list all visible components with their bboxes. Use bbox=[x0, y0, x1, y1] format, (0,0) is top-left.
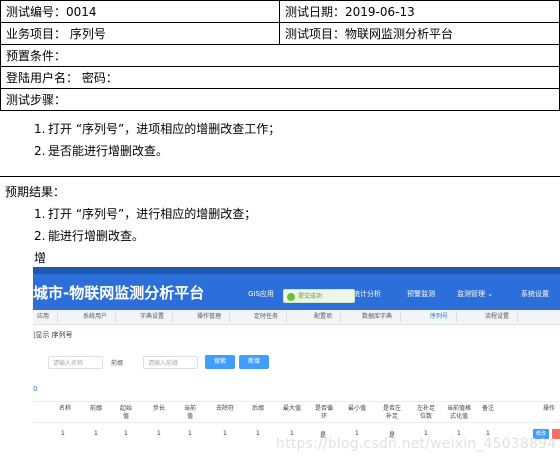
row-divider bbox=[33, 422, 560, 423]
toast-text: 提交成功 bbox=[298, 293, 323, 300]
check-icon bbox=[287, 293, 295, 301]
tab-config[interactable]: 配置项 bbox=[310, 312, 342, 322]
embedded-app-screenshot: 城市-物联网监测分析平台 GIS应用 统计分析 预警监测 监测管理 ⌄ 系统设置… bbox=[33, 267, 560, 466]
expected-item: 1. 打开 “序列号”，进行相应的增删改查； bbox=[0, 203, 560, 225]
column-header: 步长 bbox=[152, 405, 165, 412]
tab-app[interactable]: 应用 bbox=[33, 312, 59, 322]
table-cell: 1 bbox=[256, 430, 260, 437]
table-cell: 1 bbox=[124, 430, 128, 437]
table-divider bbox=[33, 401, 560, 402]
search-button[interactable]: 搜索 bbox=[205, 355, 235, 369]
test-item: 测试项目：物联网监测分析平台 bbox=[279, 22, 560, 45]
breadcrumb: |显示 序列号 bbox=[33, 331, 73, 339]
step-number: 1. bbox=[34, 122, 46, 136]
column-header: 备注 bbox=[481, 405, 494, 412]
name-search-input[interactable]: 请输入名称 bbox=[48, 356, 103, 369]
step-number: 2. bbox=[34, 144, 46, 158]
menu-gis[interactable]: GIS应用 bbox=[248, 289, 274, 299]
column-header: 当前值格式化值 bbox=[447, 405, 472, 420]
menu-alert[interactable]: 预警监测 bbox=[407, 289, 435, 299]
column-header: 左补足位数 bbox=[416, 405, 435, 420]
step-item: 1. 打开 “序列号”，进项相应的增删改查工作； bbox=[0, 118, 560, 140]
table-cell: 1 bbox=[94, 430, 98, 437]
menu-settings[interactable]: 系统设置 bbox=[521, 289, 549, 299]
column-header: 操作 bbox=[542, 405, 555, 412]
column-header: 是否循环 bbox=[315, 405, 334, 420]
column-header: 去除符 bbox=[215, 405, 234, 412]
table-cell: 1 bbox=[61, 430, 65, 437]
business-item: 业务项目： 序列号 bbox=[0, 22, 280, 45]
expected-results: 预期结果： 1. 打开 “序列号”，进行相应的增删改查； 2. 能进行增删改查。 增 bbox=[0, 181, 560, 269]
column-header: 前缀 bbox=[89, 405, 102, 412]
column-header: 最小值 bbox=[347, 405, 366, 412]
column-header: 名称 bbox=[58, 405, 71, 412]
step-text: 打开 “序列号”，进项相应的增删改查工作； bbox=[48, 122, 281, 136]
expected-number: 2. bbox=[34, 229, 46, 243]
expected-results-title: 预期结果： bbox=[5, 185, 66, 199]
watermark: https://blog.csdn.net/weixin_45038894 bbox=[276, 436, 557, 452]
tab-dictionary[interactable]: 字典设置 bbox=[136, 312, 174, 322]
tab-scheduled[interactable]: 定时任务 bbox=[250, 312, 288, 322]
sub-tab[interactable]: 0 bbox=[33, 385, 37, 393]
step-item: 2. 是否能进行增删改查。 bbox=[0, 140, 560, 162]
app-brand-title: 城市-物联网监测分析平台 bbox=[33, 284, 205, 302]
column-header: 当前值 bbox=[183, 405, 196, 420]
expected-text: 打开 “序列号”，进行相应的增删改查； bbox=[48, 207, 257, 221]
expected-text: 能进行增删改查。 bbox=[48, 229, 145, 243]
column-header: 是否左补足 bbox=[382, 405, 401, 420]
login-credentials: 登陆用户名： 密码： bbox=[0, 66, 560, 89]
menu-stats[interactable]: 统计分析 bbox=[353, 289, 381, 299]
column-header: 后缀 bbox=[251, 405, 264, 412]
success-toast: 提交成功 bbox=[283, 289, 355, 303]
tab-db-dictionary[interactable]: 数据库字典 bbox=[358, 312, 402, 322]
precondition-label: 预置条件： bbox=[0, 44, 560, 67]
test-number: 测试编号：0014 bbox=[0, 0, 280, 23]
add-section-label: 增 bbox=[34, 251, 47, 265]
table-cell: 1 bbox=[223, 430, 227, 437]
tab-workflow[interactable]: 流程设置 bbox=[481, 312, 519, 322]
app-banner: 城市-物联网监测分析平台 GIS应用 统计分析 预警监测 监测管理 ⌄ 系统设置… bbox=[33, 267, 560, 310]
tab-bar: 应用 系统用户 字典设置 操作管理 定时任务 配置项 数据库字典 序列号 流程设… bbox=[33, 310, 560, 325]
browser-strip bbox=[33, 267, 560, 274]
table-cell: 1 bbox=[157, 430, 161, 437]
prefix-label: 前缀 bbox=[111, 360, 124, 367]
tab-users[interactable]: 系统用户 bbox=[79, 312, 117, 322]
test-date: 测试日期：2019-06-13 bbox=[279, 0, 560, 23]
column-header: 最大值 bbox=[282, 405, 301, 412]
test-case-document: 测试编号：0014 测试日期：2019-06-13 业务项目： 序列号 测试项目… bbox=[0, 0, 560, 111]
add-button[interactable]: 新增 bbox=[239, 355, 269, 369]
tab-operations[interactable]: 操作管理 bbox=[193, 312, 231, 322]
test-case-table: 测试编号：0014 测试日期：2019-06-13 业务项目： 序列号 测试项目… bbox=[0, 0, 560, 111]
test-steps-list: 1. 打开 “序列号”，进项相应的增删改查工作； 2. 是否能进行增删改查。 bbox=[0, 112, 560, 177]
test-steps-label: 测试步骤： bbox=[0, 88, 560, 111]
table-cell: 1 bbox=[188, 430, 192, 437]
step-text: 是否能进行增删改查。 bbox=[48, 144, 169, 158]
expected-number: 1. bbox=[34, 207, 46, 221]
column-header: 起始值 bbox=[119, 405, 132, 420]
tab-serial-number[interactable]: 序列号 bbox=[426, 312, 458, 322]
menu-monitor[interactable]: 监测管理 ⌄ bbox=[457, 289, 493, 299]
expected-item: 2. 能进行增删改查。 bbox=[0, 225, 560, 247]
prefix-search-input[interactable]: 请输入前缀 bbox=[143, 356, 198, 369]
